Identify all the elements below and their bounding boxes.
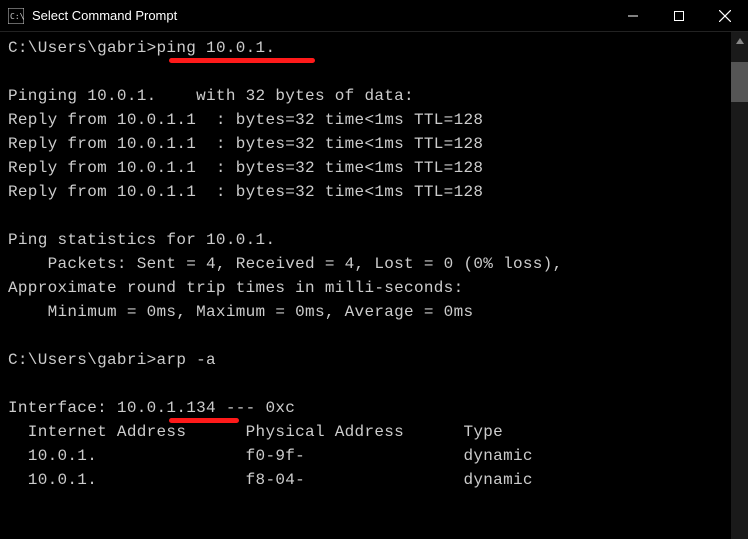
arp-row: 10.0.1. f0-9f- dynamic	[8, 444, 740, 468]
close-button[interactable]	[702, 0, 748, 32]
command-text: ping 10.0.1.	[157, 39, 276, 57]
blank-line	[8, 60, 740, 84]
rtt-values: Minimum = 0ms, Maximum = 0ms, Average = …	[8, 300, 740, 324]
svg-text:C:\: C:\	[10, 12, 24, 21]
arp-row: 10.0.1. f8-04- dynamic	[8, 468, 740, 492]
rtt-header: Approximate round trip times in milli-se…	[8, 276, 740, 300]
highlight-underline	[169, 58, 315, 63]
scrollbar-thumb[interactable]	[731, 62, 748, 102]
ping-reply: Reply from 10.0.1.1 : bytes=32 time<1ms …	[8, 132, 740, 156]
window-titlebar: C:\ Select Command Prompt	[0, 0, 748, 32]
highlight-underline	[169, 418, 239, 423]
ping-packets: Packets: Sent = 4, Received = 4, Lost = …	[8, 252, 740, 276]
terminal-output[interactable]: C:\Users\gabri>ping 10.0.1. Pinging 10.0…	[0, 32, 748, 539]
cmd-icon: C:\	[8, 8, 24, 24]
ping-reply: Reply from 10.0.1.1 : bytes=32 time<1ms …	[8, 108, 740, 132]
arp-header: Internet Address Physical Address Type	[8, 420, 740, 444]
scrollbar[interactable]	[731, 32, 748, 539]
scrollbar-up-arrow[interactable]	[731, 32, 748, 49]
blank-line	[8, 372, 740, 396]
command-text: arp -a	[157, 351, 216, 369]
minimize-button[interactable]	[610, 0, 656, 32]
arp-interface: Interface: 10.0.1.134 --- 0xc	[8, 396, 740, 420]
ping-header: Pinging 10.0.1. with 32 bytes of data:	[8, 84, 740, 108]
ping-reply: Reply from 10.0.1.1 : bytes=32 time<1ms …	[8, 156, 740, 180]
prompt-text: C:\Users\gabri>	[8, 39, 157, 57]
ping-stats-header: Ping statistics for 10.0.1.	[8, 228, 740, 252]
blank-line	[8, 204, 740, 228]
prompt-text: C:\Users\gabri>	[8, 351, 157, 369]
prompt-line: C:\Users\gabri>ping 10.0.1.	[8, 36, 740, 60]
window-controls	[610, 0, 748, 31]
blank-line	[8, 324, 740, 348]
maximize-button[interactable]	[656, 0, 702, 32]
prompt-line: C:\Users\gabri>arp -a	[8, 348, 740, 372]
ping-reply: Reply from 10.0.1.1 : bytes=32 time<1ms …	[8, 180, 740, 204]
window-title: Select Command Prompt	[32, 8, 610, 23]
